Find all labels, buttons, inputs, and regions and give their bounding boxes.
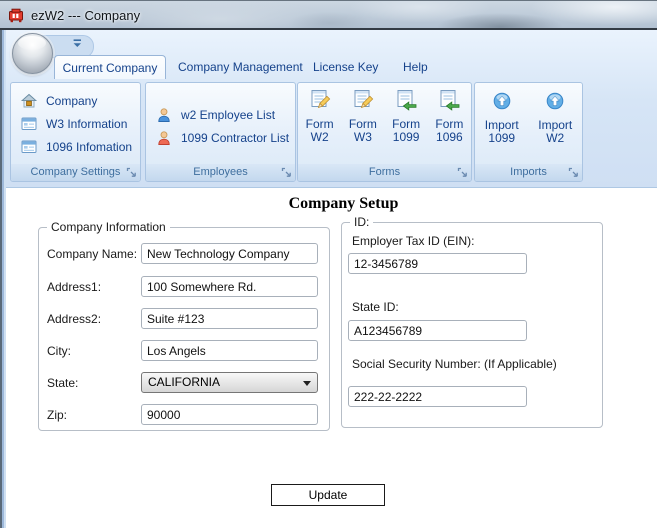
form-edit-icon <box>354 90 374 109</box>
button-label-line2: W3 <box>353 130 372 144</box>
form-arrow-icon <box>440 90 460 111</box>
ribbon-item-w2-employee-list[interactable]: w2 Employee List <box>146 103 295 126</box>
ssn-input[interactable] <box>348 386 527 407</box>
ribbon-item-label: 1099 Contractor List <box>181 130 290 145</box>
ribbon-item-1096-information[interactable]: 1096 Infomation <box>11 135 140 158</box>
import-w2-button[interactable]: Import W2 <box>538 86 572 145</box>
address2-label: Address2: <box>47 312 102 326</box>
house-icon <box>21 93 37 107</box>
ribbon: Current Company Company Management Licen… <box>6 30 657 188</box>
form-w3-button[interactable]: Form W3 <box>349 86 377 144</box>
app-icon <box>9 8 23 23</box>
import-icon <box>493 92 511 110</box>
zip-input[interactable] <box>141 404 318 425</box>
ssn-label: Social Security Number: (If Applicable) <box>352 357 557 371</box>
group-caption: Imports <box>475 164 582 181</box>
ribbon-item-label: 1096 Infomation <box>46 139 133 154</box>
tab-current-company[interactable]: Current Company <box>54 55 166 79</box>
ein-label: Employer Tax ID (EIN): <box>352 234 475 248</box>
form-w2-button[interactable]: Form W2 <box>306 86 334 144</box>
group-caption: Forms <box>298 164 471 181</box>
ribbon-item-label: W3 Information <box>46 116 128 131</box>
button-label-line2: 1096 <box>436 130 463 144</box>
dialog-launcher-icon[interactable] <box>126 167 137 178</box>
state-label: State: <box>47 376 79 390</box>
city-input[interactable] <box>141 340 318 361</box>
button-label-line2: W2 <box>546 131 565 145</box>
app-window: ezW2 --- Company Current Company Company… <box>0 0 657 528</box>
address2-input[interactable] <box>141 308 318 329</box>
ribbon-group-company-settings: Company W3 Information 1096 Infomation C… <box>10 82 141 182</box>
window-title: ezW2 --- Company <box>31 8 141 23</box>
application-orb-button[interactable] <box>12 33 53 74</box>
window-frame-left <box>0 30 6 528</box>
ein-input[interactable] <box>348 253 527 274</box>
state-id-label: State ID: <box>352 300 399 314</box>
person-red-icon <box>158 130 170 145</box>
state-select-value: CALIFORNIA <box>148 375 221 389</box>
import-1099-button[interactable]: Import 1099 <box>485 86 519 145</box>
ribbon-item-w3-information[interactable]: W3 Information <box>11 112 140 135</box>
ribbon-item-company[interactable]: Company <box>11 89 140 112</box>
ribbon-group-imports: Import 1099 Import W2 Imports <box>474 82 583 182</box>
ribbon-group-employees: w2 Employee List 1099 Contractor List Em… <box>145 82 296 182</box>
ribbon-group-forms: Form W2 Form W3 Form 1099 Form 1096 Form… <box>297 82 472 182</box>
import-icon <box>546 92 564 110</box>
ribbon-item-label: Company <box>46 93 98 108</box>
main-content: Company Setup Company Information Compan… <box>6 188 657 528</box>
form-1099-button[interactable]: Form 1099 <box>392 86 420 144</box>
title-bar: ezW2 --- Company <box>0 0 657 30</box>
tab-company-management[interactable]: Company Management <box>166 55 315 79</box>
form-edit-icon <box>311 90 330 109</box>
id-groupbox: ID: Employer Tax ID (EIN): State ID: Soc… <box>341 215 603 428</box>
ribbon-item-label: w2 Employee List <box>181 107 276 122</box>
tab-license-key[interactable]: License Key <box>301 55 390 79</box>
dialog-launcher-icon[interactable] <box>568 167 579 178</box>
table-icon <box>21 140 37 153</box>
company-name-label: Company Name: <box>47 247 138 261</box>
button-label-line2: 1099 <box>392 130 420 144</box>
update-button[interactable]: Update <box>271 484 385 506</box>
company-name-input[interactable] <box>141 243 318 264</box>
state-id-input[interactable] <box>348 320 527 341</box>
dialog-launcher-icon[interactable] <box>281 167 292 178</box>
chevron-down-icon <box>303 381 311 386</box>
company-information-groupbox: Company Information Company Name: Addres… <box>38 220 330 431</box>
groupbox-legend: ID: <box>350 215 374 229</box>
button-label-line2: W2 <box>310 130 329 144</box>
table-icon <box>21 117 37 130</box>
tab-help[interactable]: Help <box>391 55 440 79</box>
page-title: Company Setup <box>288 195 399 212</box>
form-1096-button[interactable]: Form 1096 <box>435 86 463 144</box>
groupbox-legend: Company Information <box>47 220 170 234</box>
address1-input[interactable] <box>141 276 318 297</box>
person-blue-icon <box>158 107 170 122</box>
group-caption: Employees <box>146 164 295 181</box>
address1-label: Address1: <box>47 280 102 294</box>
form-arrow-icon <box>397 90 417 111</box>
button-label-line2: 1099 <box>488 131 516 145</box>
dialog-launcher-icon[interactable] <box>457 167 468 178</box>
zip-label: Zip: <box>47 408 68 422</box>
ribbon-item-1099-contractor-list[interactable]: 1099 Contractor List <box>146 126 295 149</box>
qat-customize-arrow-icon[interactable] <box>73 39 82 48</box>
city-label: City: <box>47 344 71 358</box>
group-caption: Company Settings <box>11 164 140 181</box>
state-select[interactable]: CALIFORNIA <box>141 372 318 393</box>
